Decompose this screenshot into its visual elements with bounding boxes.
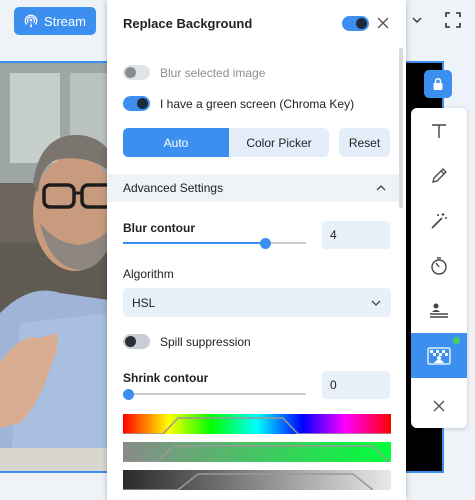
stream-button[interactable]: Stream bbox=[14, 7, 96, 35]
broadcast-icon bbox=[24, 14, 38, 28]
blur-contour-input[interactable]: 4 bbox=[322, 221, 390, 249]
right-toolbar bbox=[411, 108, 467, 428]
toggle-knob bbox=[125, 336, 136, 347]
chroma-key-icon bbox=[427, 346, 451, 365]
algorithm-select[interactable]: HSL bbox=[123, 288, 391, 317]
tool-lower-third[interactable] bbox=[411, 288, 467, 333]
algorithm-label: Algorithm bbox=[123, 267, 174, 281]
shrink-contour-label: Shrink contour bbox=[123, 371, 209, 385]
mode-color-picker-button[interactable]: Color Picker bbox=[229, 128, 329, 157]
chevron-up-icon bbox=[376, 185, 386, 191]
algorithm-selected-value: HSL bbox=[132, 296, 156, 310]
chevron-down-icon[interactable] bbox=[411, 14, 423, 26]
lightness-range-selector[interactable] bbox=[123, 470, 391, 490]
panel-title: Replace Background bbox=[123, 16, 253, 31]
mode-auto-button[interactable]: Auto bbox=[123, 128, 229, 157]
shrink-contour-slider-handle[interactable] bbox=[123, 389, 134, 400]
green-screen-label: I have a green screen (Chroma Key) bbox=[160, 97, 355, 111]
blur-selected-toggle[interactable] bbox=[123, 65, 150, 80]
blur-contour-slider-fill bbox=[123, 242, 266, 244]
tool-draw[interactable] bbox=[411, 153, 467, 198]
text-icon bbox=[432, 123, 446, 138]
lock-button[interactable] bbox=[424, 70, 452, 98]
shrink-contour-slider[interactable] bbox=[123, 393, 306, 395]
tool-text[interactable] bbox=[411, 108, 467, 153]
reset-button[interactable]: Reset bbox=[339, 128, 390, 157]
panel-header: Replace Background bbox=[107, 0, 406, 46]
close-panel-icon[interactable] bbox=[376, 16, 390, 30]
shrink-contour-input[interactable]: 0 bbox=[322, 371, 390, 399]
blur-selected-label: Blur selected image bbox=[160, 66, 266, 80]
fullscreen-icon[interactable] bbox=[444, 11, 462, 29]
hue-range-selector[interactable] bbox=[123, 414, 391, 434]
advanced-settings-header[interactable]: Advanced Settings bbox=[107, 174, 399, 202]
stream-button-label: Stream bbox=[44, 13, 86, 29]
toggle-knob bbox=[137, 98, 148, 109]
replace-background-toggle[interactable] bbox=[342, 16, 369, 31]
green-screen-toggle[interactable] bbox=[123, 96, 150, 111]
chevron-down-icon bbox=[371, 300, 381, 306]
timer-icon bbox=[431, 256, 447, 275]
lower-third-icon bbox=[430, 303, 448, 318]
blur-contour-label: Blur contour bbox=[123, 221, 195, 235]
tool-close[interactable] bbox=[411, 383, 467, 428]
tool-effects[interactable] bbox=[411, 198, 467, 243]
pencil-icon bbox=[432, 167, 447, 183]
replace-background-panel: Replace Background Blur selected image I… bbox=[107, 0, 406, 500]
saturation-range-selector[interactable] bbox=[123, 442, 391, 462]
tool-timer[interactable] bbox=[411, 243, 467, 288]
lock-icon bbox=[433, 77, 443, 90]
advanced-settings-label: Advanced Settings bbox=[123, 181, 224, 195]
active-indicator-dot bbox=[453, 337, 460, 344]
panel-scrollbar[interactable] bbox=[399, 48, 403, 208]
spill-suppression-toggle[interactable] bbox=[123, 334, 150, 349]
close-icon bbox=[433, 400, 445, 411]
blur-contour-slider-handle[interactable] bbox=[260, 238, 272, 249]
magic-wand-icon bbox=[431, 212, 447, 229]
toggle-knob bbox=[125, 67, 136, 78]
spill-suppression-label: Spill suppression bbox=[160, 335, 251, 349]
tool-replace-background[interactable] bbox=[411, 333, 467, 378]
toggle-knob bbox=[356, 18, 367, 29]
